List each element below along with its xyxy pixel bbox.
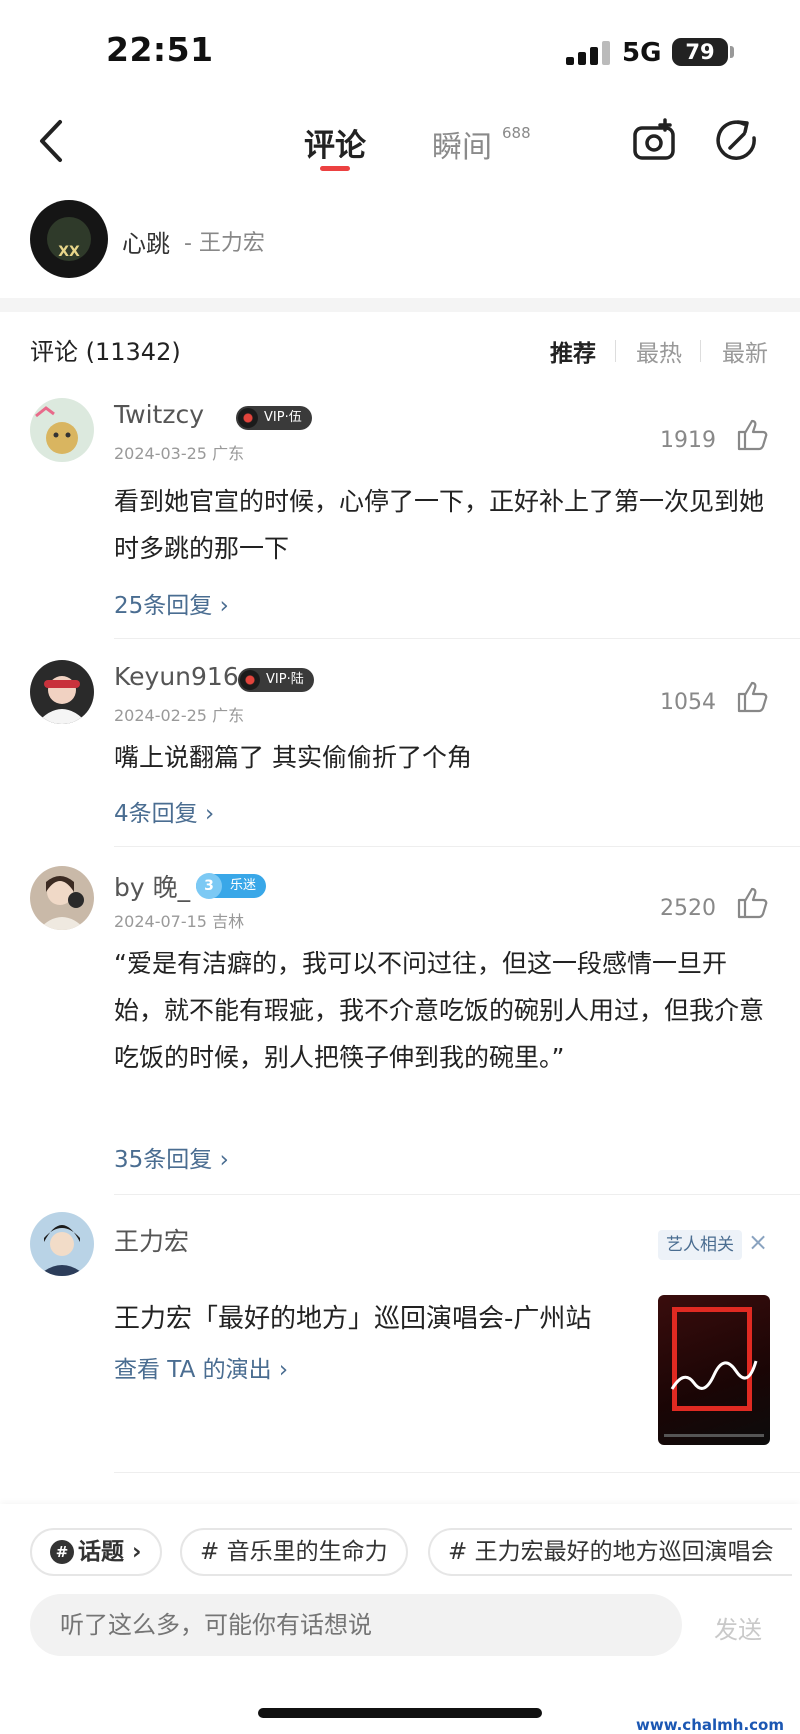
like-count: 1919 [660, 428, 716, 453]
comment-input[interactable] [30, 1594, 682, 1656]
comment-meta: 2024-07-15 吉林 [114, 912, 245, 931]
topic-chip[interactable]: # 音乐里的生命力 [180, 1528, 408, 1576]
replies-link[interactable]: 35条回复 › [114, 1140, 229, 1174]
comments-count-title: 评论 (11342) [30, 338, 181, 366]
divider [114, 638, 800, 639]
thumbs-up-icon[interactable] [736, 680, 770, 714]
avatar[interactable] [30, 660, 94, 724]
thumbs-up-icon[interactable] [736, 886, 770, 920]
concert-poster[interactable] [658, 1295, 770, 1445]
topic-button[interactable]: # 话题 › [30, 1528, 162, 1576]
vip-badge-label: VIP·陆 [266, 672, 304, 687]
send-button[interactable]: 发送 [714, 1610, 762, 1645]
comment-username[interactable]: by 晚_ [114, 868, 190, 904]
vip-badge-label: VIP·伍 [264, 410, 302, 425]
divider [114, 846, 800, 847]
tab-active-indicator [320, 166, 350, 171]
sort-divider [700, 340, 701, 362]
topic-chip[interactable]: # 王力宏最好的地方巡回演唱会 [428, 1528, 792, 1576]
comment-item: Keyun916 VIP·陆 2024-02-25 广东 1054 嘴上说翻篇了… [0, 660, 800, 847]
artist-related-tag: 艺人相关 [658, 1230, 742, 1260]
song-info-row[interactable]: XX 心跳 - 王力宏 [0, 196, 800, 284]
hash-icon: # [50, 1540, 74, 1564]
replies-link[interactable]: 25条回复 › [114, 586, 229, 620]
song-title: 心跳 [122, 230, 170, 258]
comment-text: 嘴上说翻篇了 其实偷偷折了个角 [114, 743, 472, 772]
promo-title: 王力宏「最好的地方」巡回演唱会-广州站 [114, 1304, 592, 1334]
top-nav: 评论 瞬间 688 [0, 100, 800, 190]
comment-text: “爱是有洁癖的，我可以不问过往，但这一段感情一旦开始，就不能有瑕疵，我不介意吃饭… [114, 949, 765, 1072]
home-indicator [258, 1708, 542, 1718]
watermark: www.chalmh.com [636, 1716, 784, 1734]
comment-username[interactable]: Keyun916 [114, 662, 239, 691]
signal-icon [566, 41, 610, 65]
comment-item: by 晚_ 3 乐迷 2024-07-15 吉林 2520 “爱是有洁癖的，我可… [0, 866, 800, 1195]
tab-comments[interactable]: 评论 [304, 120, 366, 165]
camera-icon[interactable] [632, 118, 678, 164]
status-bar: 22:51 5G 79 [0, 0, 800, 100]
song-artist: - 王力宏 [184, 231, 265, 256]
fan-badge-label: 乐迷 [230, 878, 257, 893]
fan-level-badge: 3 乐迷 [196, 873, 267, 899]
album-cover-text: XX [58, 244, 80, 260]
status-time: 22:51 [106, 30, 214, 69]
like-count: 1054 [660, 690, 716, 715]
comment-username[interactable]: Twitzcy [114, 400, 204, 429]
comment-text: 看到她官宣的时候，心停了一下，正好补上了第一次见到她时多跳的那一下 [114, 487, 765, 563]
network-type: 5G [622, 38, 662, 68]
vip-badge: VIP·陆 [238, 668, 314, 692]
comment-composer: #话题 › # 音乐里的生命力 # 王力宏最好的地方巡回演唱会 发送 www.c… [0, 1504, 800, 1734]
sort-hottest[interactable]: 最热 [636, 334, 682, 368]
divider [114, 1194, 800, 1195]
like-count: 2520 [660, 896, 716, 921]
artist-avatar[interactable] [30, 1212, 94, 1276]
comments-header: 评论 (11342) 推荐 最热 最新 [0, 312, 800, 388]
avatar[interactable] [30, 398, 94, 462]
artist-name[interactable]: 王力宏 [114, 1222, 189, 1258]
comment-meta: 2024-02-25 广东 [114, 706, 245, 725]
comment-item: Twitzcy VIP·伍 2024-03-25 广东 1919 看到她官宣的时… [0, 398, 800, 639]
topic-label: 话题 › [78, 1539, 142, 1565]
view-shows-link[interactable]: 查看 TA 的演出 › [114, 1350, 288, 1384]
fan-level-number: 3 [196, 873, 222, 899]
moments-count: 688 [502, 124, 531, 142]
album-cover[interactable]: XX [30, 200, 108, 278]
back-icon[interactable] [32, 118, 72, 164]
thumbs-up-icon[interactable] [736, 418, 770, 452]
divider [114, 1472, 800, 1473]
battery-icon: 79 [672, 38, 734, 66]
sort-recommended[interactable]: 推荐 [550, 334, 596, 368]
close-icon[interactable]: × [748, 1228, 768, 1256]
vip-badge: VIP·伍 [236, 406, 312, 430]
share-icon[interactable] [714, 118, 760, 164]
sort-divider [615, 340, 616, 362]
sort-newest[interactable]: 最新 [722, 334, 768, 368]
comment-meta: 2024-03-25 广东 [114, 444, 245, 463]
avatar[interactable] [30, 866, 94, 930]
section-separator [0, 298, 800, 312]
replies-link[interactable]: 4条回复 › [114, 794, 214, 828]
tab-moments[interactable]: 瞬间 [432, 122, 492, 166]
